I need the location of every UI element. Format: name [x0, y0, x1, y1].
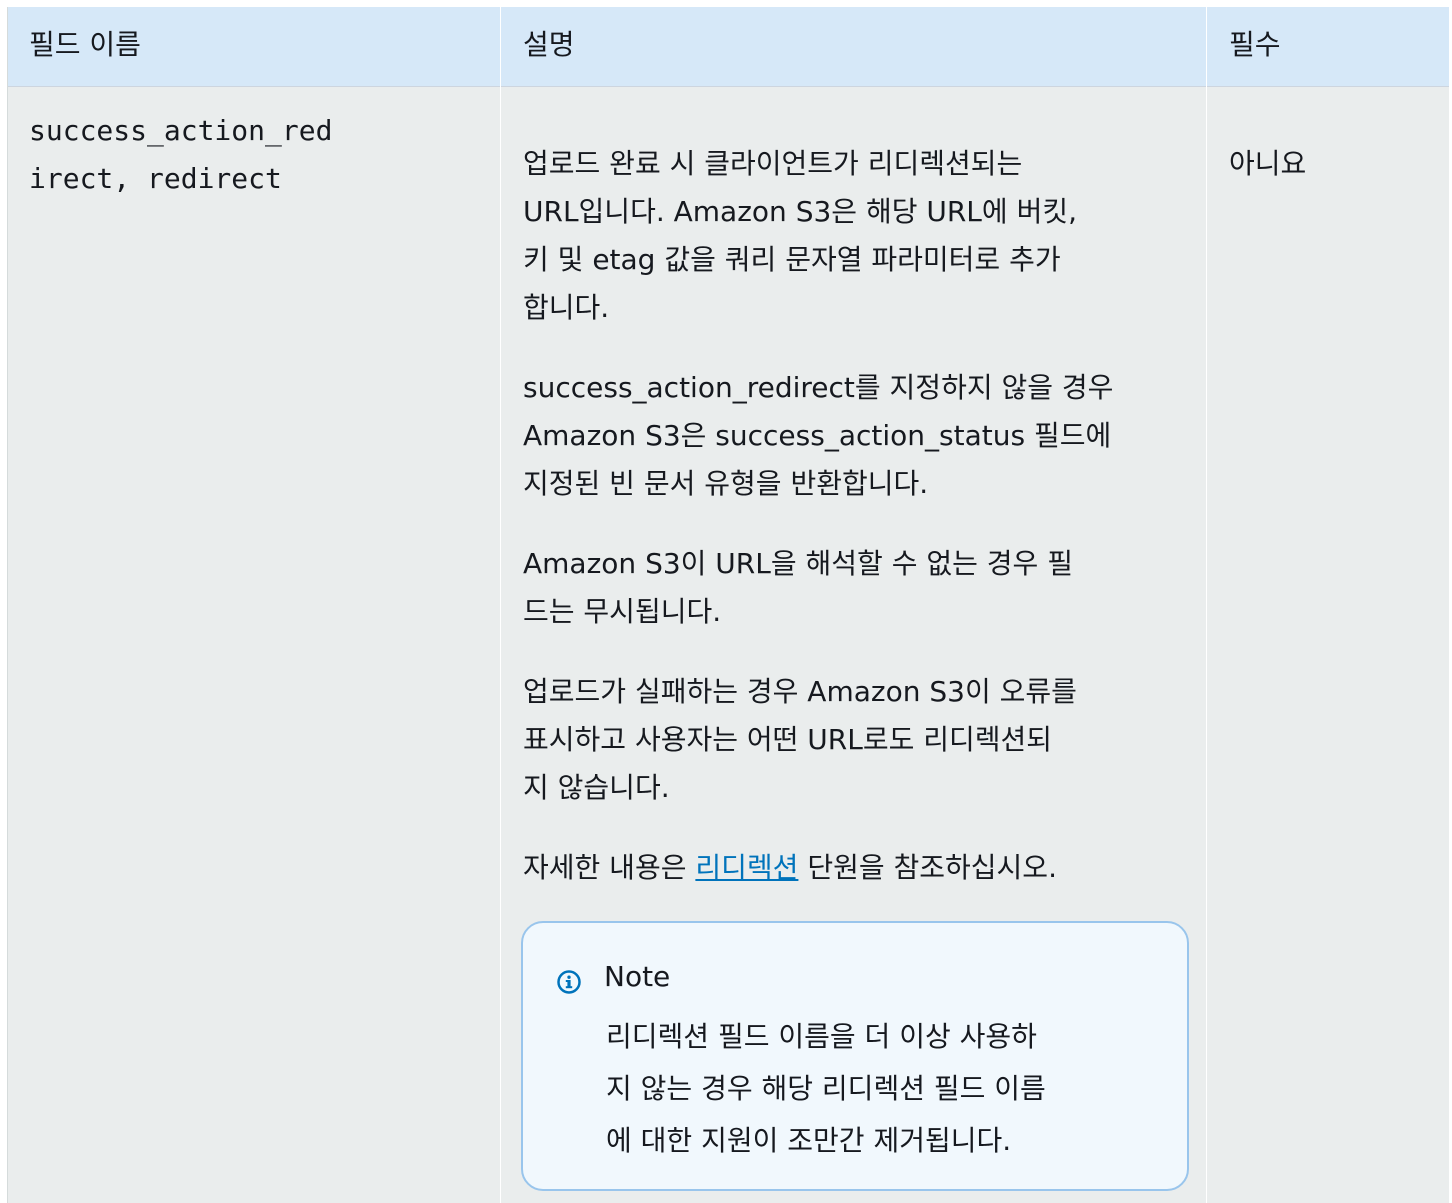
column-divider — [500, 7, 501, 1203]
note-line: 지 않는 경우 해당 리디렉션 필드 이름 — [606, 1072, 1046, 1105]
description-paragraph: success_action_redirect를 지정하지 않을 경우 Amaz… — [523, 364, 1203, 508]
description-line: 업로드 완료 시 클라이언트가 리디렉션되는 — [523, 147, 1023, 180]
redirect-link[interactable]: 리디렉션 — [695, 851, 798, 884]
description-line: 표시하고 사용자는 어떤 URL로도 리디렉션되 — [523, 723, 1053, 756]
description-line: 자세한 내용은 리디렉션 단원을 참조하십시오. — [523, 844, 1203, 892]
note-line: 리디렉션 필드 이름을 더 이상 사용하 — [606, 1020, 1037, 1053]
description-line: 업로드가 실패하는 경우 Amazon S3이 오류를 — [523, 675, 1077, 708]
fields-table: 필드 이름 설명 필수 success_action_red irect, red… — [7, 7, 1449, 1203]
description-paragraph: 자세한 내용은 리디렉션 단원을 참조하십시오. — [523, 844, 1203, 892]
description-line: 지정된 빈 문서 유형을 반환합니다. — [523, 467, 929, 500]
info-icon — [557, 970, 581, 994]
header-required: 필수 — [1229, 28, 1281, 61]
description-line: 합니다. — [523, 291, 610, 324]
header-description: 설명 — [523, 28, 575, 61]
description-paragraph: Amazon S3이 URL을 해석할 수 없는 경우 필 드는 무시됩니다. — [523, 540, 1203, 636]
description-text: 단원을 참조하십시오. — [798, 851, 1057, 884]
column-divider — [1206, 7, 1207, 1203]
description-text: 자세한 내용은 — [523, 851, 696, 884]
field-name-line: irect, redirect — [29, 162, 282, 195]
field-name-line: success_action_red — [29, 114, 333, 147]
description-line: success_action_redirect를 지정하지 않을 경우 — [523, 371, 1114, 404]
note-line: 에 대한 지원이 조만간 제거됩니다. — [606, 1124, 1012, 1157]
note-body: 리디렉션 필드 이름을 더 이상 사용하 지 않는 경우 해당 리디렉션 필드 … — [606, 1011, 1166, 1167]
table-header-row: 필드 이름 설명 필수 — [8, 7, 1449, 87]
description-line: 지 않습니다. — [523, 771, 670, 804]
description-line: URL입니다. Amazon S3은 해당 URL에 버킷, — [523, 195, 1077, 228]
description-line: 키 및 etag 값을 쿼리 문자열 파라미터로 추가 — [523, 243, 1061, 276]
description-cell: 업로드 완료 시 클라이언트가 리디렉션되는 URL입니다. Amazon S3… — [523, 140, 1203, 924]
note-box: Note 리디렉션 필드 이름을 더 이상 사용하 지 않는 경우 해당 리디렉… — [521, 921, 1189, 1191]
description-paragraph: 업로드 완료 시 클라이언트가 리디렉션되는 URL입니다. Amazon S3… — [523, 140, 1203, 332]
note-title: Note — [604, 960, 671, 993]
required-cell: 아니요 — [1229, 147, 1307, 180]
description-line: Amazon S3이 URL을 해석할 수 없는 경우 필 — [523, 547, 1073, 580]
header-field-name: 필드 이름 — [29, 28, 141, 61]
field-name-cell: success_action_red irect, redirect — [29, 107, 389, 203]
description-paragraph: 업로드가 실패하는 경우 Amazon S3이 오류를 표시하고 사용자는 어떤… — [523, 668, 1203, 812]
description-line: 드는 무시됩니다. — [523, 595, 722, 628]
description-line: Amazon S3은 success_action_status 필드에 — [523, 419, 1112, 452]
